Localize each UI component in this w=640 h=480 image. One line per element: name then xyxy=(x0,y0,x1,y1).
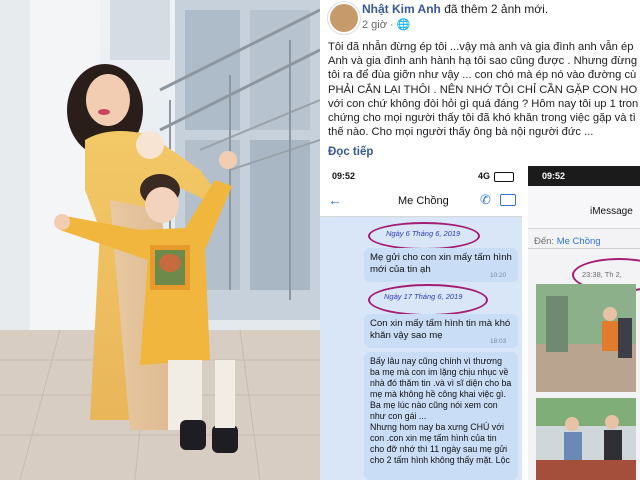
phone-icon[interactable]: ✆ xyxy=(480,192,491,208)
chat-header: ← Me Chồng ✆ xyxy=(320,186,522,217)
status-bar: 09:52 xyxy=(528,166,640,186)
chat-message-3[interactable]: Bấy lâu nay cũng chính vì thương ba mẹ m… xyxy=(364,352,518,480)
message-text: Nhưng hom nay ba xưng CHÚ với con .con x… xyxy=(370,422,510,465)
chat-date-2: Ngày 17 Tháng 6, 2019 xyxy=(384,292,463,301)
post-time[interactable]: 2 giờ xyxy=(362,19,387,31)
see-more-link[interactable]: Đọc tiếp xyxy=(328,146,373,158)
post-meta: 2 giờ · 🌐 xyxy=(362,19,411,31)
battery-icon xyxy=(494,172,514,182)
message-time: 10:20 xyxy=(490,272,507,279)
status-bar: 09:52 4G xyxy=(320,166,522,186)
imessage-header: iMessage xyxy=(528,186,640,229)
globe-icon: 🌐 xyxy=(396,19,411,31)
network-label: 4G xyxy=(477,171,490,181)
message-text: Ba mẹ lúc nào cũng nói xem con như con g… xyxy=(370,400,498,421)
post-text-line: PHẢI CẮN LẠI THÔI . NÊN NHỚ TÔI CHỈ CẦN … xyxy=(328,83,638,96)
post-text-line: thế nào. Cho mọi người thấy ông bà nội n… xyxy=(328,126,594,139)
post-header: Nhật Kim Anh đã thêm 2 ảnh mới. 2 giờ · … xyxy=(326,0,640,34)
post-text-line: tôi ra để đùa giỡn như vậy ... con chó m… xyxy=(328,69,637,82)
recipient-name[interactable]: Me Chồng xyxy=(557,236,601,247)
author-name-link[interactable]: Nhật Kim Anh xyxy=(362,2,441,16)
video-call-icon[interactable] xyxy=(500,194,516,206)
chat-date-1: Ngày 6 Tháng 6, 2019 xyxy=(386,229,461,238)
chat-contact-name: Me Chồng xyxy=(398,195,449,207)
status-time: 09:52 xyxy=(542,171,566,181)
post-body-text: Tôi đã nhẫn đừng ép tôi ...vậy mà anh và… xyxy=(328,40,640,139)
post-text-line: chứng cho mọi người thấy tôi đã khó khăn… xyxy=(328,112,636,125)
to-label: Đến: xyxy=(534,236,555,247)
post-photo-chat[interactable]: 09:52 4G ← Me Chồng ✆ Ngày 6 Tháng 6, 20… xyxy=(320,166,522,480)
post-text-line: Anh và gia đình anh hành hạ tôi sao cũng… xyxy=(328,55,638,68)
back-arrow-icon[interactable]: ← xyxy=(328,192,342,208)
recipient-line: Đến: Me Chồng xyxy=(534,236,601,247)
status-time: 09:52 xyxy=(332,171,356,181)
imessage-stamp: 23:38, Th 2, xyxy=(582,270,622,279)
imessage-title: iMessage xyxy=(590,206,633,217)
post-author-line: Nhật Kim Anh đã thêm 2 ảnh mới. xyxy=(362,2,548,16)
author-avatar[interactable] xyxy=(328,2,360,34)
message-time: 18:03 xyxy=(490,338,507,345)
post-photo-imessage[interactable]: 09:52 iMessage Đến: Me Chồng 23:38, Th 2… xyxy=(528,166,640,480)
post-photo-main[interactable] xyxy=(0,0,320,480)
shared-photos[interactable] xyxy=(536,284,636,480)
photo-illustration xyxy=(0,0,320,480)
message-text: Bấy lâu nay cũng chính vì thương ba mẹ m… xyxy=(370,356,512,399)
post-text-line: Tôi đã nhẫn đừng ép tôi ...vậy mà anh và… xyxy=(328,41,634,53)
post-text-line: với con chứ không đòi hỏi gì quá đáng ? … xyxy=(328,97,639,110)
post-action-text: đã thêm 2 ảnh mới. xyxy=(444,2,549,16)
